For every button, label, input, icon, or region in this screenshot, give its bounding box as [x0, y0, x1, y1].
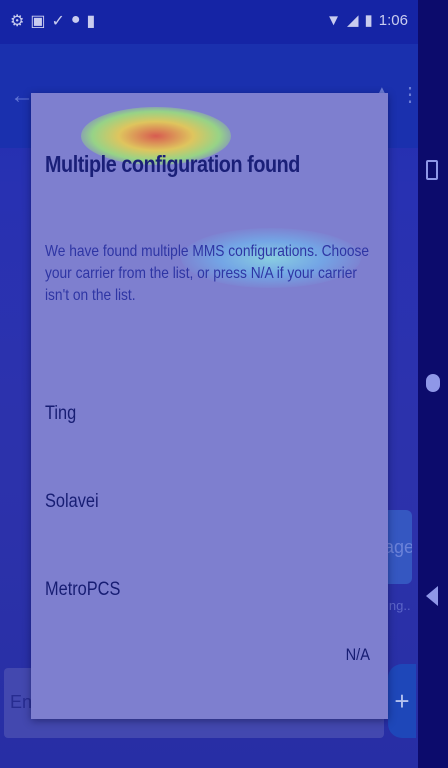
carrier-selection-dialog: Multiple configuration found We have fou… — [31, 93, 388, 719]
dialog-title: Multiple configuration found — [45, 151, 300, 177]
navigation-bar — [418, 0, 448, 768]
back-icon[interactable] — [426, 586, 438, 606]
recents-icon[interactable] — [426, 160, 438, 180]
carrier-option-ting[interactable]: Ting — [45, 403, 303, 443]
dialog-message: We have found multiple MMS configuration… — [45, 243, 370, 304]
carrier-option-metropcs[interactable]: MetroPCS — [45, 579, 303, 619]
home-icon[interactable] — [426, 374, 440, 392]
app-screen: ⚙ ▣ ✓ ● ▮ ▼ ◢ ▮ 1:06 ← ╻ ▲ ⋮ age ing.. E… — [0, 0, 418, 768]
carrier-option-solavei[interactable]: Solavei — [45, 491, 303, 531]
na-button[interactable]: N/A — [332, 645, 370, 673]
